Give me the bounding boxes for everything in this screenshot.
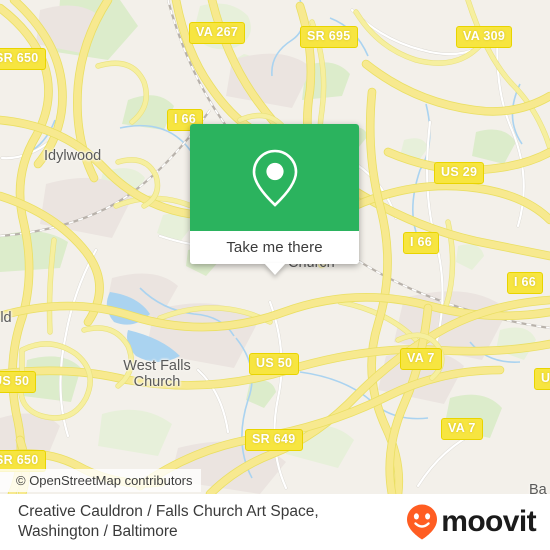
moovit-logo[interactable]: moovit	[405, 503, 537, 541]
popup-footer[interactable]: Take me there	[190, 231, 359, 264]
popup-pointer-tip	[263, 263, 286, 275]
location-pin-icon	[252, 149, 297, 207]
road-shield-i-66-middle: I 66	[403, 232, 440, 254]
place-label-merrifield: Merrifield	[0, 310, 12, 326]
road-shield-us-29-right-edge: US 29	[534, 368, 550, 390]
road-shield-us-50-left: US 50	[0, 371, 37, 393]
road-shield-i-66-right: I 66	[507, 272, 544, 294]
place-label-west-falls-church: West Falls Church	[123, 358, 191, 390]
road-shield-us-50: US 50	[249, 353, 300, 375]
road-shield-sr-695: SR 695	[300, 26, 358, 48]
footer-bar: Creative Cauldron / Falls Church Art Spa…	[0, 494, 550, 550]
location-popup-card[interactable]: Take me there	[190, 124, 359, 275]
moovit-wordmark: moovit	[441, 505, 536, 538]
place-label-idylwood: Idylwood	[44, 148, 102, 164]
moovit-smiley-pin-icon	[407, 504, 438, 540]
road-shield-va-7-lower: VA 7	[441, 418, 483, 440]
road-shield-sr-650-upper-left: SR 650	[0, 48, 46, 70]
map-screenshot: .land { fill:#f3f0ea; } .green { fill:#d…	[0, 0, 550, 550]
popup-header	[190, 124, 359, 231]
road-shield-va-7-upper: VA 7	[400, 348, 442, 370]
road-shield-us-29: US 29	[434, 162, 485, 184]
road-shield-va-267: VA 267	[189, 22, 246, 44]
map-attribution[interactable]: © OpenStreetMap contributors	[0, 469, 201, 492]
road-shield-sr-649: SR 649	[245, 429, 303, 451]
place-label-edge-partial: Ba	[529, 482, 547, 494]
road-shield-va-309: VA 309	[456, 26, 513, 48]
location-title: Creative Cauldron / Falls Church Art Spa…	[18, 503, 319, 540]
map-canvas[interactable]: .land { fill:#f3f0ea; } .green { fill:#d…	[0, 0, 550, 494]
take-me-there-button[interactable]: Take me there	[226, 239, 322, 256]
